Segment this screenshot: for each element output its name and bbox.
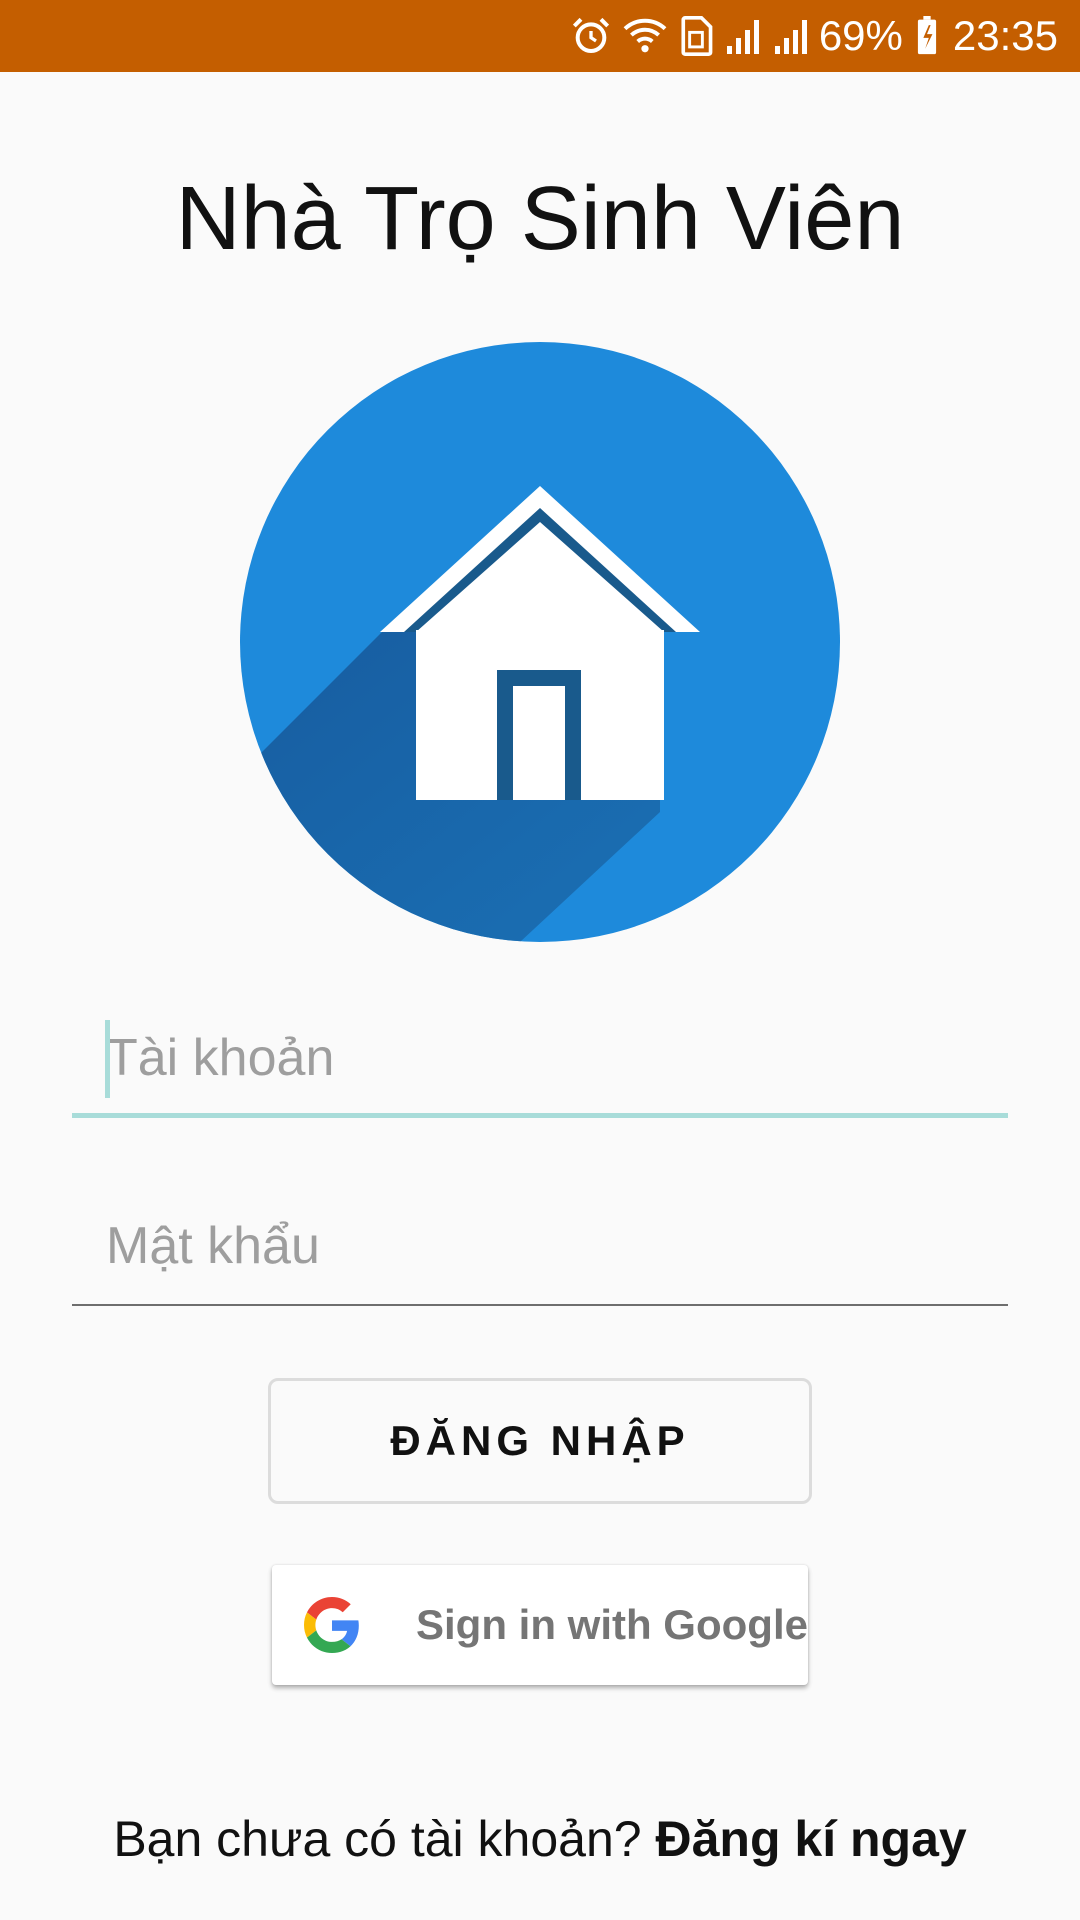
signup-prompt: Bạn chưa có tài khoản? xyxy=(113,1811,642,1867)
signal-2-icon xyxy=(773,16,809,56)
google-icon xyxy=(304,1597,359,1653)
login-button[interactable]: ĐĂNG NHẬP xyxy=(268,1378,812,1504)
signal-1-icon xyxy=(725,16,761,56)
text-cursor xyxy=(105,1020,110,1098)
google-signin-button[interactable]: Sign in with Google xyxy=(272,1565,808,1685)
status-bar: 69% 23:35 xyxy=(0,0,1080,72)
battery-charging-icon xyxy=(915,16,939,56)
wifi-icon xyxy=(623,16,667,56)
sim-icon xyxy=(679,16,713,56)
password-underline xyxy=(72,1304,1008,1306)
username-underline xyxy=(72,1113,1008,1118)
password-field xyxy=(72,1196,1008,1306)
battery-percent: 69% xyxy=(818,12,903,59)
alarm-icon xyxy=(571,16,611,56)
signup-row: Bạn chưa có tài khoản? Đăng kí ngay xyxy=(0,1810,1080,1868)
clock-time: 23:35 xyxy=(952,12,1058,59)
username-field xyxy=(72,1008,1008,1118)
signup-link[interactable]: Đăng kí ngay xyxy=(656,1811,967,1867)
app-title: Nhà Trọ Sinh Viên xyxy=(175,169,905,269)
google-signin-label: Sign in with Google xyxy=(416,1601,808,1648)
username-input[interactable] xyxy=(72,1008,1008,1108)
house-icon xyxy=(240,342,840,942)
password-input[interactable] xyxy=(72,1196,1008,1296)
